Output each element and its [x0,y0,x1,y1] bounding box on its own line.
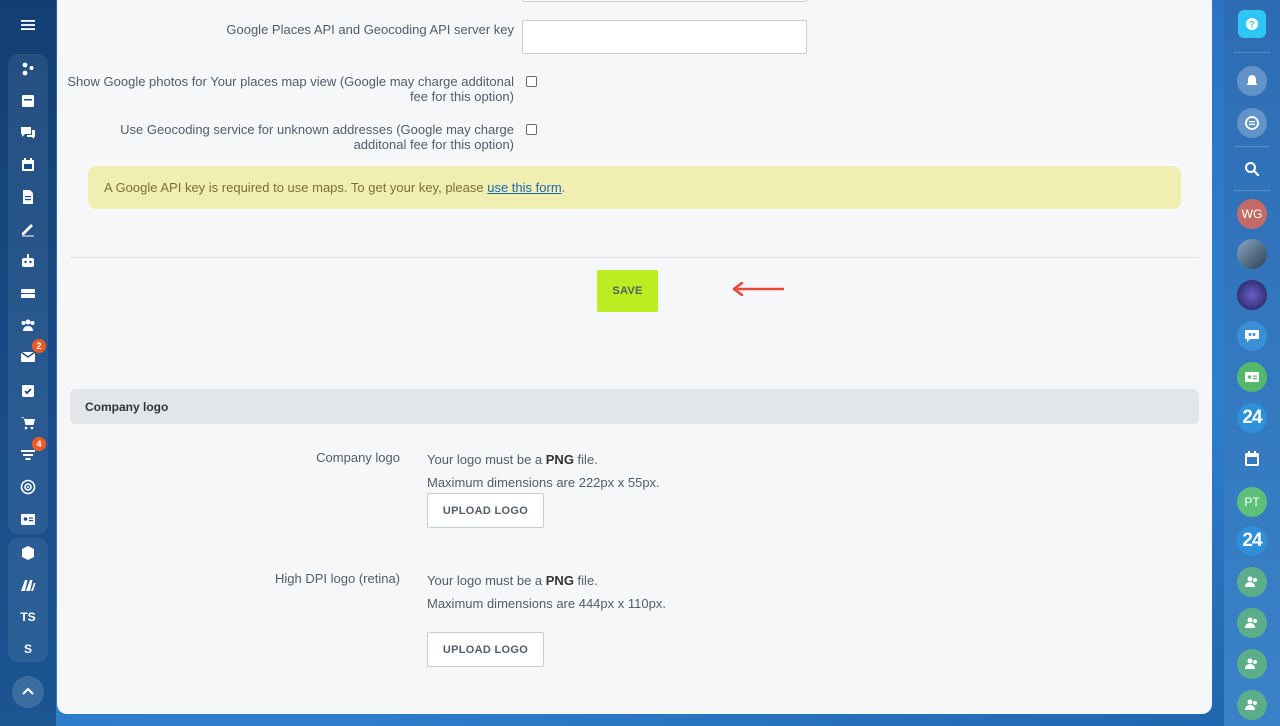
google-photos-label-line2: fee for this option) [409,89,514,104]
retina-logo-upload-button[interactable]: UPLOAD LOGO [427,632,544,667]
contact-card-icon[interactable] [8,504,48,534]
cart-icon[interactable] [8,408,48,438]
target-icon[interactable] [8,472,48,502]
retina-logo-format-pre: Your logo must be a [427,573,546,588]
signature-icon[interactable] [8,214,48,244]
previous-field-input[interactable] [522,0,807,2]
google-photos-label: Show Google photos for Your places map v… [57,74,514,104]
separator [1234,146,1270,147]
users-icon [1245,658,1257,669]
help-button[interactable]: ? [1238,10,1266,38]
geocoding-checkbox[interactable] [526,124,537,135]
menu-icon[interactable] [8,10,48,40]
contact-chat-button[interactable] [1237,362,1267,392]
geocoding-label: Use Geocoding service for unknown addres… [57,122,514,152]
chevron-up-icon [22,687,34,695]
users-icon [1245,699,1257,710]
contact-card-icon [1245,372,1259,382]
messenger-button[interactable] [1237,108,1267,138]
retina-logo-label: High DPI logo (retina) [275,571,400,586]
document-icon[interactable] [8,182,48,212]
geocoding-label-line1: Use Geocoding service for unknown addres… [120,122,514,137]
users-icon [1245,576,1257,587]
robot-icon[interactable] [8,246,48,276]
retina-logo-format-post: file. [573,573,598,588]
api-key-notice: A Google API key is required to use maps… [88,166,1181,209]
group-chat-icon [1245,330,1259,342]
filter-icon[interactable]: 4 [8,437,48,470]
group-chat-button[interactable] [1237,690,1267,720]
company-logo-dimensions-text: Maximum dimensions are 222px x 55px. [427,475,660,490]
left-sidebar: 2 4 TS S [0,0,56,726]
search-icon [1245,162,1260,177]
bell-icon [1246,75,1258,85]
sidebar-item-s-label: S [23,642,32,656]
google-photos-label-line1: Show Google photos for Your places map v… [67,74,514,89]
geocoding-label-line2: additonal fee for this option) [353,137,514,152]
save-button[interactable]: SAVE [597,270,658,312]
notice-text: A Google API key is required to use maps… [104,180,488,195]
divider [70,257,1199,258]
calendar-icon [1245,451,1259,466]
group-chat-button[interactable] [1237,567,1267,597]
company-logo-section-header: Company logo [70,389,1199,424]
places-key-label: Google Places API and Geocoding API serv… [226,22,514,37]
main-panel: Google Places API and Geocoding API serv… [57,0,1212,714]
avatar-wg[interactable]: WG [1237,199,1267,229]
feed-icon[interactable] [8,54,48,84]
help-icon: ? [1246,18,1258,30]
svg-text:?: ? [1249,20,1255,30]
sidebar-item-ts-label: TS [20,610,36,624]
bitrix24-chat-button[interactable]: 24 [1237,526,1267,556]
separator [1234,190,1270,191]
bitrix24-counter: 24 [1242,530,1262,551]
company-logo-format-post: file. [573,452,598,467]
notifications-button[interactable] [1237,66,1267,96]
group-chat-button[interactable] [1237,321,1267,351]
bitrix24-chat-button[interactable]: 24 [1237,403,1267,433]
group-chat-button[interactable] [1237,649,1267,679]
users-icon [1245,617,1257,628]
search-button[interactable] [1237,154,1267,184]
mail-icon[interactable]: 2 [8,339,48,372]
calendar-button[interactable] [1237,444,1267,474]
company-logo-format-pre: Your logo must be a [427,452,546,467]
company-logo-format-text: Your logo must be a PNG file. [427,452,598,467]
filter-badge: 4 [32,437,46,451]
sidebar-item-s[interactable]: S [8,634,48,664]
avatar-wg-initials: WG [1241,207,1263,221]
google-photos-checkbox[interactable] [526,76,537,87]
box-icon[interactable] [8,538,48,568]
groups-icon[interactable] [8,310,48,340]
scroll-up-button[interactable] [12,676,44,708]
chat-bubble-icon [1245,116,1259,130]
company-logo-upload-button[interactable]: UPLOAD LOGO [427,493,544,528]
tasks-icon[interactable] [8,376,48,406]
mail-badge: 2 [32,339,46,353]
right-sidebar: ? WG 24 PT 24 [1224,0,1280,726]
calendar-icon[interactable] [8,150,48,180]
avatar-pt[interactable]: PT [1237,487,1267,517]
retina-logo-dimensions-text: Maximum dimensions are 444px x 110px. [427,596,666,611]
use-this-form-link[interactable]: use this form [487,180,561,195]
company-logo-format: PNG [545,452,574,467]
chat-icon[interactable] [8,118,48,148]
retina-logo-format-text: Your logo must be a PNG file. [427,573,598,588]
notice-suffix: . [561,180,566,195]
avatar-photo[interactable] [1237,239,1267,269]
app-logo-icon[interactable] [8,570,48,600]
news-icon[interactable] [8,86,48,116]
arrow-left-icon [732,282,784,296]
avatar-photo[interactable] [1237,280,1267,310]
places-key-input[interactable] [522,20,807,54]
bitrix24-counter: 24 [1242,407,1262,428]
sidebar-item-ts[interactable]: TS [8,602,48,632]
avatar-pt-initials: PT [1244,495,1260,509]
retina-logo-format: PNG [545,573,574,588]
drive-icon[interactable] [8,278,48,308]
separator [1234,52,1270,53]
group-chat-button[interactable] [1237,608,1267,638]
company-logo-label: Company logo [316,450,400,465]
